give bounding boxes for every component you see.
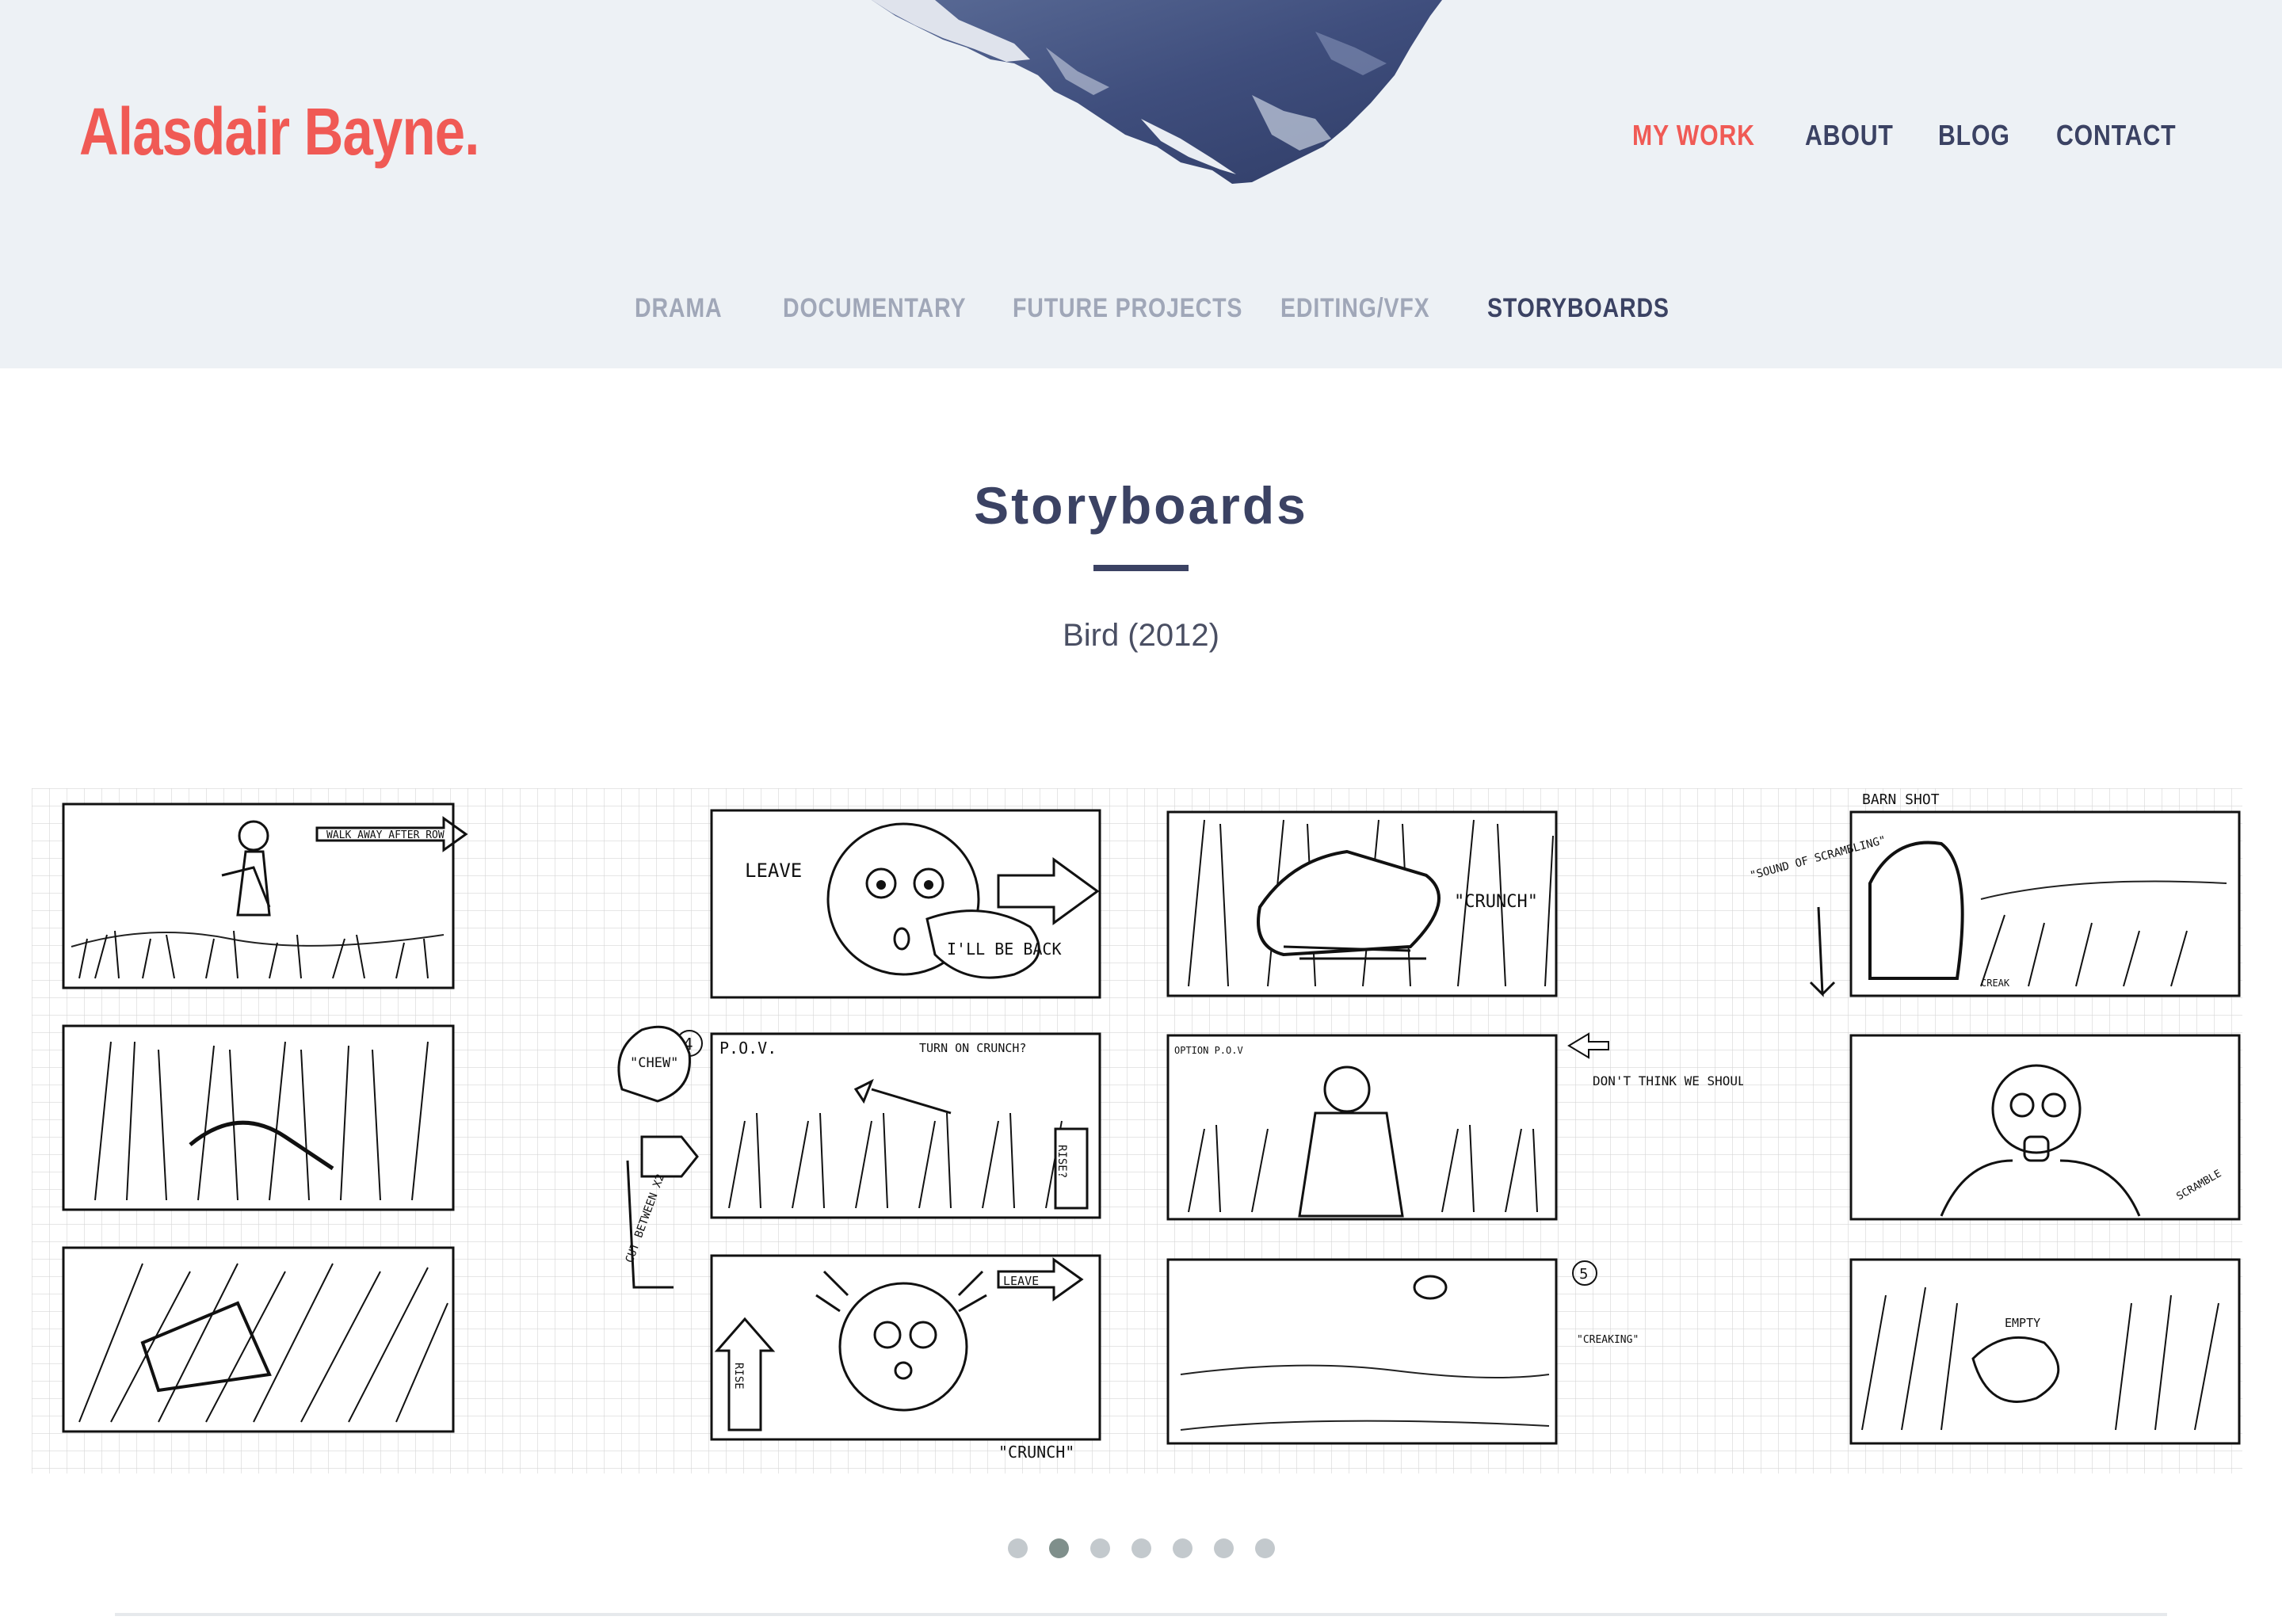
nav-contact[interactable]: CONTACT <box>2056 119 2176 152</box>
carousel-dot[interactable] <box>1131 1538 1151 1558</box>
carousel-dot[interactable] <box>1090 1538 1110 1558</box>
storyboard-sketch-image: WALK AWAY AFTER ROW <box>32 788 586 1473</box>
annotation-turn-on-crunch: TURN ON CRUNCH? <box>919 1041 1026 1055</box>
subnav-editing-vfx[interactable]: EDITING/VFX <box>1280 293 1430 324</box>
site-logo[interactable]: Alasdair Bayne. <box>79 93 479 170</box>
annotation-rise-question: RISE? <box>1055 1145 1068 1178</box>
annotation-chew: "CHEW" <box>630 1055 678 1071</box>
annotation-scene-number: 5 <box>1579 1266 1588 1283</box>
storyboard-slide[interactable]: WALK AWAY AFTER ROW <box>32 788 586 1473</box>
storyboard-slide[interactable]: "CRUNCH" OPTION P.O.V DON'T THINK WE SHO… <box>1157 788 1743 1473</box>
nav-blog[interactable]: BLOG <box>1938 119 2010 152</box>
storyboard-sketch-image: LEAVE I'LL BE BACK 4 P.O.V. TURN ON CRUN… <box>586 788 1157 1473</box>
annotation-leave: LEAVE <box>745 860 802 882</box>
carousel-dot[interactable] <box>1173 1538 1193 1558</box>
main-nav: MY WORK ABOUT BLOG CONTACT <box>1632 119 2203 158</box>
page-title: Storyboards <box>974 476 1308 535</box>
annotation-barn-shot: BARN SHOT <box>1862 791 1940 808</box>
annotation-pov: P.O.V. <box>719 1039 777 1058</box>
annotation-crunch: "CRUNCH" <box>998 1443 1074 1462</box>
annotation-option-pov: OPTION P.O.V <box>1174 1045 1243 1056</box>
annotation-crunch: "CRUNCH" <box>1454 892 1538 912</box>
subnav-storyboards[interactable]: STORYBOARDS <box>1487 293 1670 324</box>
storyboard-sketch-image: "CRUNCH" OPTION P.O.V DON'T THINK WE SHO… <box>1157 788 1743 1473</box>
annotation-empty: EMPTY <box>2005 1316 2040 1330</box>
storyboard-carousel[interactable]: WALK AWAY AFTER ROW LEAVE I'LL BE BACK 4… <box>32 788 2242 1473</box>
footer-divider <box>115 1613 2167 1616</box>
subnav-future-projects[interactable]: FUTURE PROJECTS <box>1013 293 1242 324</box>
subnav-documentary[interactable]: DOCUMENTARY <box>783 293 966 324</box>
subnav-drama[interactable]: DRAMA <box>635 293 722 324</box>
mountain-banner-image <box>872 0 1442 184</box>
storyboard-sketch-image: BARN SHOT "SOUND OF SCRAMBLING" CREAK SC… <box>1743 788 2242 1473</box>
nav-about[interactable]: ABOUT <box>1805 119 1894 152</box>
carousel-pagination <box>0 1538 2282 1559</box>
carousel-dot[interactable] <box>1008 1538 1028 1558</box>
storyboard-slide[interactable]: BARN SHOT "SOUND OF SCRAMBLING" CREAK SC… <box>1743 788 2242 1473</box>
annotation-creaking: "CREAKING" <box>1577 1334 1639 1346</box>
carousel-dot[interactable] <box>1214 1538 1234 1558</box>
nav-my-work[interactable]: MY WORK <box>1632 119 1755 152</box>
annotation-leave-2: LEAVE <box>1003 1274 1039 1288</box>
annotation-creak: CREAK <box>1981 978 2010 989</box>
annotation-ill-be-back: I'LL BE BACK <box>947 940 1062 959</box>
page-subtitle: Bird (2012) <box>1063 618 1219 653</box>
annotation-dont-use: DON'T THINK WE SHOULD USE. <box>1593 1073 1743 1088</box>
title-divider <box>1093 565 1189 571</box>
carousel-dot[interactable] <box>1255 1538 1275 1558</box>
annotation-walk-away: WALK AWAY AFTER ROW <box>326 829 445 841</box>
site-header: Alasdair Bayne. MY WORK ABOUT BLOG CONTA… <box>0 0 2282 368</box>
storyboard-slide[interactable]: LEAVE I'LL BE BACK 4 P.O.V. TURN ON CRUN… <box>586 788 1157 1473</box>
annotation-rise: RISE <box>732 1363 745 1390</box>
carousel-dot-active[interactable] <box>1049 1538 1069 1558</box>
